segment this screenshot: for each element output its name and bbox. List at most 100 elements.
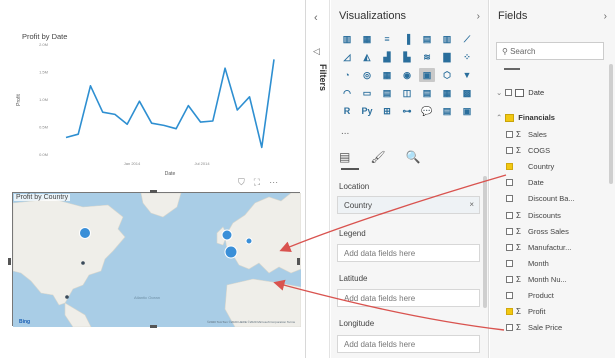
- field-checkbox[interactable]: [506, 179, 513, 187]
- field-checkbox[interactable]: [506, 211, 513, 219]
- scatter-visual-icon[interactable]: ⁘: [459, 50, 475, 64]
- line-visual-icon[interactable]: ⟋: [459, 32, 475, 46]
- focus-mode-icon[interactable]: ⛶: [254, 177, 260, 188]
- field-checkbox[interactable]: [506, 195, 513, 203]
- financials-table-row[interactable]: ⌃ Financials: [496, 112, 555, 123]
- python-visual-visual-icon[interactable]: Py: [359, 104, 375, 118]
- 100-column-visual-icon[interactable]: ▥: [439, 32, 455, 46]
- y-tick-label: 1.5M: [39, 70, 48, 75]
- slicer-visual-icon[interactable]: ▤: [419, 86, 435, 100]
- field-item[interactable]: Month: [506, 258, 549, 269]
- legend-well[interactable]: Add data fields here: [337, 244, 480, 262]
- field-checkbox[interactable]: [506, 259, 513, 267]
- fields-pane-scrollbar[interactable]: [609, 64, 613, 184]
- profit-line-series[interactable]: [65, 59, 275, 149]
- field-checkbox[interactable]: [506, 308, 513, 316]
- field-item[interactable]: Σ Sale Price: [506, 322, 562, 333]
- clustered-bar-visual-icon[interactable]: ≡: [379, 32, 395, 46]
- field-item[interactable]: Product: [506, 290, 554, 301]
- expand-chevron-icon[interactable]: ⌄: [496, 88, 502, 97]
- area-visual-icon[interactable]: ◿: [339, 50, 355, 64]
- field-item[interactable]: Σ Gross Sales: [506, 226, 569, 237]
- kpi-visual-icon[interactable]: ◫: [399, 86, 415, 100]
- fields-tab-icon[interactable]: ▤: [339, 150, 350, 164]
- date-table-checkbox[interactable]: [505, 89, 513, 96]
- collapse-chevron-icon[interactable]: ⌃: [496, 113, 502, 122]
- field-checkbox[interactable]: [506, 163, 513, 171]
- matrix-visual-icon[interactable]: ▩: [459, 86, 475, 100]
- map-visual-icon[interactable]: ◉: [399, 68, 415, 82]
- sigma-icon: Σ: [516, 226, 521, 236]
- remove-field-icon[interactable]: ×: [469, 200, 474, 209]
- stacked-area-visual-icon[interactable]: ◭: [359, 50, 375, 64]
- stacked-bar-visual-icon[interactable]: ▥: [339, 32, 355, 46]
- key-influencers-visual-icon[interactable]: ⊞: [379, 104, 395, 118]
- visual-header: ⛉ ⛶ ⋯: [238, 177, 278, 188]
- treemap-visual-icon[interactable]: ▦: [379, 68, 395, 82]
- line-column-visual-icon[interactable]: ▟: [379, 50, 395, 64]
- decomposition-tree-visual-icon[interactable]: ⊶: [399, 104, 415, 118]
- field-checkbox[interactable]: [506, 275, 513, 283]
- field-checkbox[interactable]: [506, 324, 513, 332]
- field-item[interactable]: Σ COGS: [506, 145, 550, 156]
- y-axis-label: Profit: [16, 94, 22, 106]
- field-checkbox[interactable]: [506, 243, 513, 251]
- field-item[interactable]: Discount Ba...: [506, 193, 575, 204]
- search-input[interactable]: ⚲ Search: [496, 42, 604, 60]
- resize-handle-bottom[interactable]: [150, 325, 157, 328]
- shape-map-visual-icon[interactable]: ⬡: [439, 68, 455, 82]
- card-visual-icon[interactable]: ▭: [359, 86, 375, 100]
- pie-visual-icon[interactable]: ◔: [339, 68, 355, 82]
- line-chart-visual[interactable]: Profit by Date 2.0M 1.5M 1.0M 0.5M 0.0M Jan 2…: [12, 28, 300, 178]
- clustered-column-visual-icon[interactable]: ▐: [399, 32, 415, 46]
- filter-icon[interactable]: ⛉: [238, 177, 245, 188]
- resize-handle-top[interactable]: [150, 190, 157, 193]
- viz-pane-scrollbar[interactable]: [483, 176, 487, 308]
- multi-row-card-visual-icon[interactable]: ▤: [379, 86, 395, 100]
- chevron-left-icon[interactable]: ‹: [314, 12, 318, 24]
- field-checkbox[interactable]: [506, 147, 513, 155]
- resize-handle-left[interactable]: [8, 258, 11, 265]
- custom-visual-visual-icon[interactable]: ▣: [459, 104, 475, 118]
- field-checkbox[interactable]: [506, 292, 513, 299]
- filters-pane-collapsed[interactable]: ‹ ◁ Filters: [306, 0, 330, 358]
- donut-visual-icon[interactable]: ◎: [359, 68, 375, 82]
- more-options-icon[interactable]: ⋯: [269, 177, 278, 188]
- line-clustered-visual-icon[interactable]: ▙: [399, 50, 415, 64]
- filled-map-visual-icon[interactable]: ▣: [419, 68, 435, 82]
- field-item[interactable]: Country: [506, 161, 554, 172]
- r-visual-visual-icon[interactable]: R: [339, 104, 355, 118]
- field-item[interactable]: Date: [506, 177, 544, 188]
- date-table-row[interactable]: ⌄ Date: [496, 87, 544, 98]
- field-item[interactable]: Σ Discounts: [506, 210, 561, 221]
- smart-narrative-visual-icon[interactable]: ▤: [439, 104, 455, 118]
- qa-visual-icon[interactable]: 💬: [419, 104, 435, 118]
- waterfall-visual-icon[interactable]: ▇: [439, 50, 455, 64]
- field-item[interactable]: Σ Profit: [506, 306, 546, 317]
- gauge-visual-icon[interactable]: ◠: [339, 86, 355, 100]
- table-visual-icon[interactable]: ▦: [439, 86, 455, 100]
- stacked-column-visual-icon[interactable]: ▦: [359, 32, 375, 46]
- analytics-tab-icon[interactable]: 🔍: [406, 150, 421, 164]
- field-checkbox[interactable]: [506, 227, 513, 235]
- chevron-right-icon[interactable]: ›: [477, 11, 480, 22]
- more-visuals-button[interactable]: ...: [341, 126, 349, 137]
- resize-handle-right[interactable]: [297, 258, 300, 265]
- field-item[interactable]: Σ Sales: [506, 129, 547, 140]
- field-item[interactable]: Σ Month Nu...: [506, 274, 567, 285]
- longitude-well[interactable]: Add data fields here: [337, 335, 480, 353]
- ribbon-visual-icon[interactable]: ≋: [419, 50, 435, 64]
- mexico-bubble: [65, 295, 69, 299]
- table-icon: [505, 113, 515, 122]
- map-visual[interactable]: Atlantic Ocean Bing ©2020 TomTom ©2020 H…: [12, 192, 301, 327]
- latitude-well[interactable]: Add data fields here: [337, 289, 480, 307]
- field-item[interactable]: Σ Manufactur...: [506, 242, 571, 253]
- location-well[interactable]: Country ×: [337, 196, 480, 214]
- funnel-visual-icon[interactable]: ▼: [459, 68, 475, 82]
- 100-bar-visual-icon[interactable]: ▤: [419, 32, 435, 46]
- report-canvas[interactable]: Profit by Date 2.0M 1.5M 1.0M 0.5M 0.0M Jan 2…: [0, 0, 305, 358]
- filters-label[interactable]: Filters: [308, 64, 328, 104]
- chevron-right-icon[interactable]: ›: [604, 11, 607, 22]
- format-tab-icon[interactable]: 🖌: [370, 150, 385, 164]
- field-checkbox[interactable]: [506, 131, 513, 138]
